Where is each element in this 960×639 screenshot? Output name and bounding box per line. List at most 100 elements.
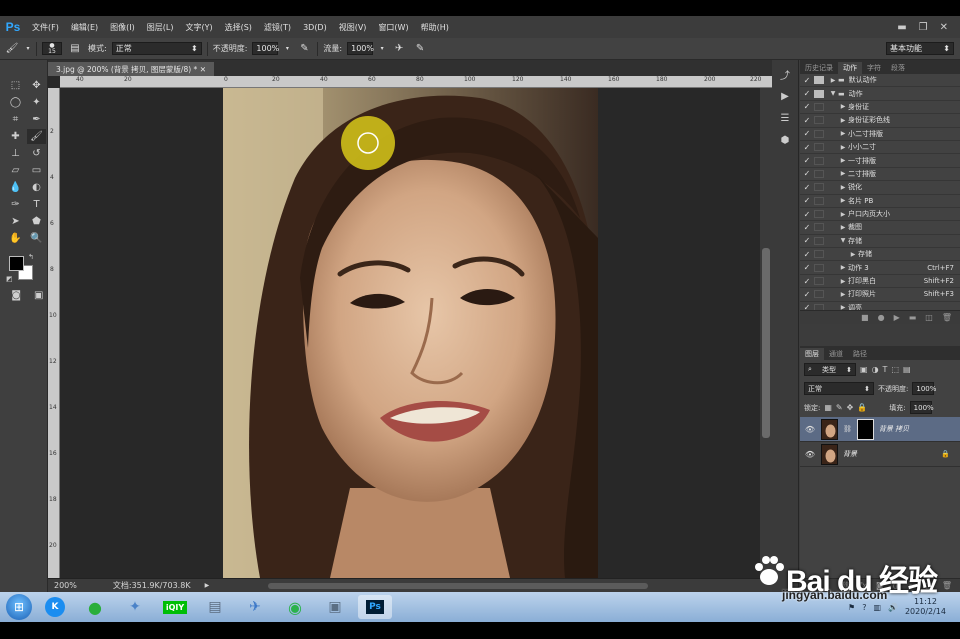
tab-actions[interactable]: 动作 bbox=[838, 62, 862, 74]
action-row[interactable]: ✓ ▶ 打印黑白 Shift+F2 bbox=[800, 275, 960, 289]
airbrush-icon[interactable]: ✈ bbox=[391, 42, 407, 56]
filter-type-icon[interactable]: T bbox=[883, 365, 888, 374]
menu-type[interactable]: 文字(Y) bbox=[179, 22, 218, 33]
check-icon[interactable]: ✓ bbox=[800, 290, 814, 299]
play-icon[interactable]: ▶ bbox=[894, 313, 900, 322]
action-row[interactable]: ✓ ▶ 一寸排版 bbox=[800, 154, 960, 168]
action-row[interactable]: ✓ ▶ 小小二寸 bbox=[800, 141, 960, 155]
action-row[interactable]: ✓ ▼ ▬ 动作 bbox=[800, 87, 960, 101]
start-button[interactable]: ⊞ bbox=[6, 594, 32, 620]
chevron-right-icon[interactable]: ▶ bbox=[838, 117, 848, 124]
crop-tool-icon[interactable]: ⌗ bbox=[6, 112, 25, 127]
check-icon[interactable]: ✓ bbox=[800, 89, 814, 98]
chevron-down-icon[interactable]: ▾ bbox=[25, 42, 31, 56]
chevron-right-icon[interactable]: ▶ bbox=[838, 291, 848, 298]
pressure-size-icon[interactable]: ✎ bbox=[412, 42, 428, 56]
chevron-right-icon[interactable]: ▶ bbox=[828, 77, 838, 84]
filter-shape-icon[interactable]: ⬚ bbox=[891, 365, 899, 374]
move-tool-icon[interactable]: ✥ bbox=[27, 78, 46, 93]
hand-tool-icon[interactable]: ✋ bbox=[6, 231, 25, 246]
eyedropper-tool-icon[interactable]: ✒ bbox=[27, 112, 46, 127]
history-panel-icon[interactable]: ⤴ bbox=[775, 66, 795, 82]
scroll-thumb[interactable] bbox=[762, 248, 770, 438]
zoom-level[interactable]: 200% bbox=[54, 581, 77, 590]
pen-tool-icon[interactable]: ✑ bbox=[6, 197, 25, 212]
check-icon[interactable]: ✓ bbox=[800, 102, 814, 111]
shape-tool-icon[interactable]: ⬟ bbox=[27, 214, 46, 229]
chevron-right-icon[interactable]: ▶ bbox=[838, 278, 848, 285]
dodge-tool-icon[interactable]: ◐ bbox=[27, 180, 46, 195]
menu-file[interactable]: 文件(F) bbox=[26, 22, 65, 33]
action-row[interactable]: ✓ ▶ 小二寸排版 bbox=[800, 128, 960, 141]
horizontal-scrollbar[interactable] bbox=[268, 583, 648, 589]
action-row[interactable]: ✓ ▶ 裁图 bbox=[800, 221, 960, 235]
new-action-icon[interactable]: ◫ bbox=[925, 313, 933, 322]
check-icon[interactable]: ✓ bbox=[800, 263, 814, 272]
tab-history[interactable]: 历史记录 bbox=[800, 62, 838, 74]
dialog-toggle-icon[interactable] bbox=[814, 263, 824, 272]
brush-size-picker[interactable]: ● 15 bbox=[42, 42, 62, 55]
menu-filter[interactable]: 滤镜(T) bbox=[258, 22, 297, 33]
filter-smart-icon[interactable]: ▤ bbox=[903, 365, 911, 374]
check-icon[interactable]: ✓ bbox=[800, 143, 814, 152]
restore-icon[interactable]: ❐ bbox=[919, 22, 928, 33]
menu-layer[interactable]: 图层(L) bbox=[141, 22, 180, 33]
document-size[interactable]: 文档:351.9K/703.8K bbox=[113, 580, 191, 591]
chevron-right-icon[interactable]: ▶ bbox=[838, 144, 848, 151]
chevron-right-icon[interactable]: ▶ bbox=[838, 103, 848, 110]
check-icon[interactable]: ✓ bbox=[800, 183, 814, 192]
layer-row-background-copy[interactable]: 👁 ⛓ 背景 拷贝 bbox=[800, 417, 960, 442]
chevron-right-icon[interactable]: ▶ bbox=[838, 264, 848, 271]
dialog-toggle-icon[interactable] bbox=[814, 116, 824, 125]
default-colors-icon[interactable]: ◩ bbox=[6, 275, 13, 283]
chevron-down-icon[interactable]: ▼ bbox=[838, 237, 848, 244]
menu-select[interactable]: 选择(S) bbox=[219, 22, 258, 33]
chevron-right-icon[interactable]: ▶ bbox=[848, 251, 858, 258]
new-set-icon[interactable]: ▬ bbox=[909, 313, 917, 322]
tab-paragraph[interactable]: 段落 bbox=[886, 62, 910, 74]
taskbar-app-notes[interactable]: ▤ bbox=[198, 595, 232, 619]
minimize-icon[interactable]: ▬ bbox=[897, 22, 906, 33]
layer-name[interactable]: 背景 bbox=[843, 449, 936, 459]
check-icon[interactable]: ✓ bbox=[800, 250, 814, 259]
help-icon[interactable]: ? bbox=[862, 603, 866, 612]
action-row[interactable]: ✓ ▶ 打印照片 Shift+F3 bbox=[800, 288, 960, 302]
document-tab[interactable]: 3.jpg @ 200% (背景 拷贝, 图层蒙版/8) * ✕ bbox=[48, 62, 214, 76]
action-row[interactable]: ✓ ▶ ▬ 默认动作 bbox=[800, 74, 960, 88]
volume-icon[interactable]: 🔊 bbox=[888, 603, 898, 612]
action-row[interactable]: ✓ ▶ 身份证 bbox=[800, 101, 960, 115]
quick-mask-icon[interactable]: ◙ bbox=[8, 288, 25, 303]
check-icon[interactable]: ✓ bbox=[800, 196, 814, 205]
action-row[interactable]: ✓ ▶ 名片 PB bbox=[800, 195, 960, 208]
layer-filter-select[interactable]: ⌕ 类型 ⬍ bbox=[804, 363, 856, 376]
action-row[interactable]: ✓ ▶ 二寸排版 bbox=[800, 168, 960, 182]
action-row[interactable]: ✓ ▼ 存储 bbox=[800, 235, 960, 249]
pressure-opacity-icon[interactable]: ✎ bbox=[296, 42, 312, 56]
opacity-field[interactable]: 100% bbox=[252, 42, 279, 55]
history-brush-tool-icon[interactable]: ↺ bbox=[27, 146, 46, 161]
chevron-right-icon[interactable]: ▶ bbox=[838, 157, 848, 164]
lasso-tool-icon[interactable]: ◯ bbox=[6, 95, 25, 110]
action-row[interactable]: ✓ ▶ 动作 3 Ctrl+F7 bbox=[800, 261, 960, 275]
layer-name[interactable]: 背景 拷贝 bbox=[879, 424, 960, 434]
taskbar-app-window[interactable]: ▣ bbox=[318, 595, 352, 619]
dialog-toggle-icon[interactable] bbox=[814, 129, 824, 138]
workspace-select[interactable]: 基本功能 ⬍ bbox=[886, 42, 954, 55]
action-row[interactable]: ✓ ▶ 锐化 bbox=[800, 181, 960, 195]
menu-3d[interactable]: 3D(D) bbox=[297, 23, 333, 32]
spot-healing-tool-icon[interactable]: ✚ bbox=[6, 129, 25, 144]
taskbar-app-wechat[interactable]: ● bbox=[78, 595, 112, 619]
vertical-scrollbar[interactable] bbox=[760, 88, 772, 578]
dialog-toggle-icon[interactable] bbox=[814, 169, 824, 178]
fill-field[interactable]: 100% bbox=[909, 401, 934, 414]
dialog-toggle-icon[interactable] bbox=[814, 156, 824, 165]
tab-character[interactable]: 字符 bbox=[862, 62, 886, 74]
swap-colors-icon[interactable]: ↰ bbox=[28, 253, 34, 261]
taskbar-app-bird[interactable]: ✦ bbox=[118, 595, 152, 619]
tab-paths[interactable]: 路径 bbox=[848, 348, 872, 360]
action-row[interactable]: ✓ ▶ 户口内页大小 bbox=[800, 208, 960, 222]
layer-mask-thumbnail[interactable] bbox=[856, 418, 874, 440]
dialog-toggle-icon[interactable] bbox=[814, 196, 824, 205]
tab-layers[interactable]: 图层 bbox=[800, 348, 824, 360]
stop-icon[interactable]: ■ bbox=[861, 313, 869, 322]
